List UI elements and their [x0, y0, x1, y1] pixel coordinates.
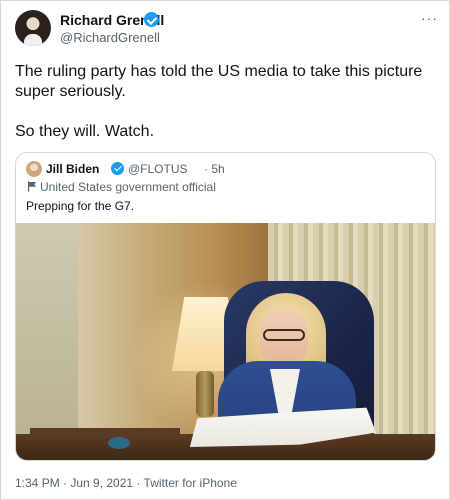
photo-glasses: [263, 329, 305, 341]
photo-mug: [108, 437, 130, 449]
photo-wall: [16, 223, 78, 460]
more-options-icon[interactable]: ···: [421, 11, 438, 25]
tweet-card: Richard Grenell @RichardGrenell ··· The …: [0, 0, 450, 500]
quoted-author-handle[interactable]: @FLOTUS: [128, 162, 188, 176]
quoted-tweet[interactable]: Jill Biden @FLOTUS · 5h United States go…: [15, 152, 436, 461]
government-official-label[interactable]: United States government official: [40, 180, 216, 194]
verified-badge-icon: [111, 162, 124, 175]
author-handle[interactable]: @RichardGrenell: [60, 30, 160, 46]
author-avatar[interactable]: [15, 10, 51, 46]
quoted-tweet-text: Prepping for the G7.: [26, 199, 135, 213]
quoted-timestamp[interactable]: · 5h: [204, 162, 225, 176]
photo-desk-items: [30, 428, 180, 438]
quoted-author-avatar[interactable]: [26, 161, 42, 177]
quoted-author-name[interactable]: Jill Biden: [46, 162, 99, 176]
flag-icon: [28, 181, 36, 192]
photo-lamp-base: [196, 371, 214, 417]
tweet-timestamp-source[interactable]: 1:34 PM · Jun 9, 2021 · Twitter for iPho…: [15, 476, 237, 490]
quoted-photo[interactable]: [16, 223, 435, 460]
verified-badge-icon: [144, 12, 159, 27]
avatar-photo-detail: [24, 34, 42, 46]
tweet-text: The ruling party has told the US media t…: [15, 63, 423, 140]
